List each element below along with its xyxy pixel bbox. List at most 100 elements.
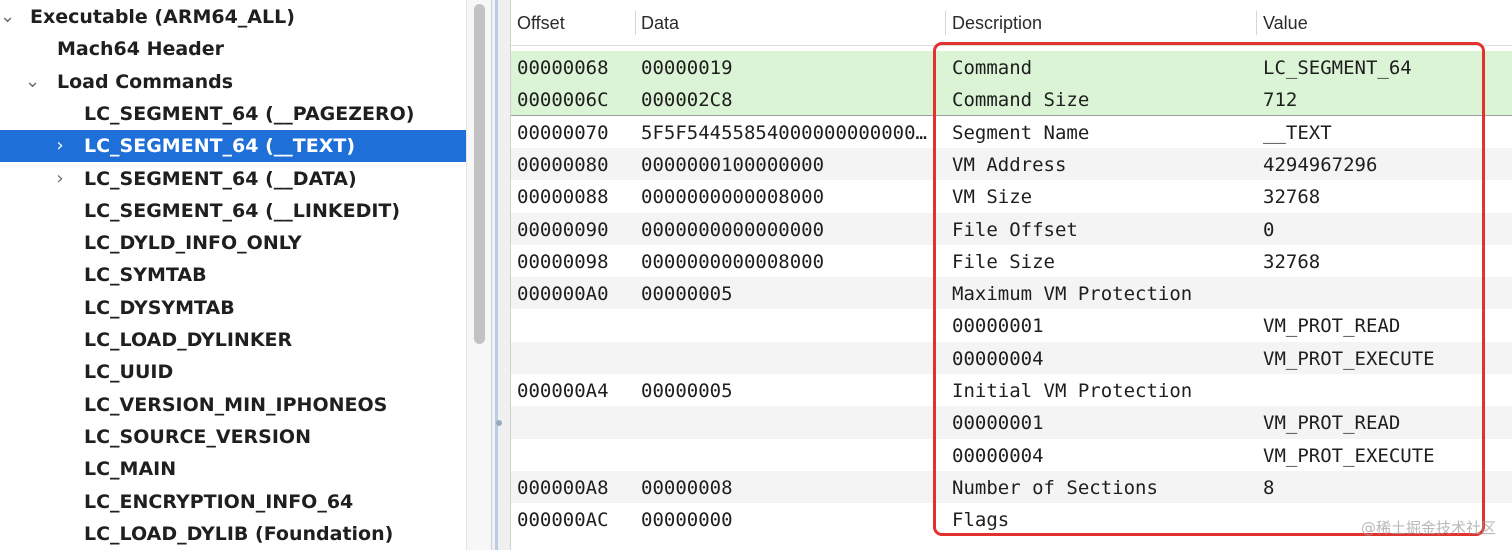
table-row[interactable]: 000000A4 00000005 Initial VM Protection [511,374,1512,406]
tree-item-label: LC_SEGMENT_64 (__LINKEDIT) [84,199,401,222]
tree-item[interactable]: LC_ENCRYPTION_INFO_64 [0,486,466,518]
watermark: @稀土掘金技术社区 [1360,519,1496,537]
column-header-offset[interactable]: Offset [517,0,565,46]
cell-data: 0000000000008000 [641,186,825,209]
table-row[interactable]: 00000088 0000000000008000 VM Size 32768 [511,180,1512,212]
splitter-grip-icon[interactable] [496,420,502,426]
tree-item[interactable]: LC_UUID [0,356,466,388]
cell-offset: 000000A0 [517,283,609,306]
tree-scrollbar-thumb[interactable] [474,4,485,344]
table-row[interactable]: 00000004 VM_PROT_EXECUTE [511,439,1512,471]
tree-item-label: LC_SOURCE_VERSION [84,425,311,448]
table-header: Offset Data Description Value [511,0,1512,46]
table-row[interactable]: 0000006C 000002C8 Command Size 712 [511,83,1512,116]
cell-offset: 00000088 [517,186,609,209]
tree-item[interactable]: LC_DYLD_INFO_ONLY [0,227,466,259]
cell-description: Flags [952,509,1010,532]
tree-item-label: LC_VERSION_MIN_IPHONEOS [84,393,388,416]
cell-value: VM_PROT_EXECUTE [1263,444,1435,467]
cell-data: 00000008 [641,476,733,499]
cell-data [641,342,935,374]
tree-item[interactable]: LC_MAIN [0,453,466,485]
cell-description: Command [952,57,1033,79]
cell-value: VM_PROT_READ [1263,315,1401,338]
tree-item-label: LC_DYLD_INFO_ONLY [84,232,302,255]
cell-offset: 00000068 [517,57,609,79]
tree-item[interactable]: Mach64 Header [0,33,466,65]
load-commands-tree[interactable]: ⌄ Executable (ARM64_ALL) Mach64 Header ⌄ Loa… [0,0,466,550]
tree-item-label: LC_SYMTAB [84,264,207,287]
tree-item[interactable]: LC_VERSION_MIN_IPHONEOS [0,389,466,421]
tree-item-label: LC_ENCRYPTION_INFO_64 [84,490,354,513]
cell-description: VM Size [952,186,1033,209]
tree-item[interactable]: › LC_SEGMENT_64 (__DATA) [0,163,466,195]
tree-item-label: LC_MAIN [84,458,177,481]
table-row[interactable]: 000000A8 00000008 Number of Sections 8 [511,470,1512,504]
tree-item[interactable]: ⌄ Executable (ARM64_ALL) [0,1,466,33]
cell-value: VM_PROT_EXECUTE [1263,347,1435,370]
table-row[interactable]: 00000068 00000019 Command LC_SEGMENT_64 [511,51,1512,84]
tree-item[interactable]: LC_SOURCE_VERSION [0,421,466,453]
cell-description: 00000004 [952,444,1044,467]
chevron-down-icon[interactable]: ⌄ [25,66,40,98]
cell-data: 5F5F544558540000000000000000 [641,121,935,144]
tree-scrollbar[interactable] [466,0,491,550]
tree-item-label: Load Commands [57,70,234,93]
cell-data [641,406,935,438]
cell-description: Maximum VM Protection [952,283,1193,306]
cell-description: Number of Sections [952,476,1158,499]
cell-data [641,439,935,471]
table-row[interactable]: 00000098 0000000000008000 File Size 32768 [511,245,1512,277]
cell-offset [517,439,635,471]
cell-offset: 00000090 [517,218,609,241]
table-row[interactable]: 00000001 VM_PROT_READ [511,406,1512,439]
cell-offset [517,342,635,374]
tree-item[interactable]: LC_LOAD_DYLIB (Foundation) [0,518,466,550]
table-row[interactable]: 000000A0 00000005 Maximum VM Protection [511,277,1512,310]
cell-data: 0000000000008000 [641,250,825,273]
column-divider [1256,11,1257,35]
cell-data: 00000005 [641,380,733,402]
cell-description: 00000001 [952,412,1044,435]
tree-item[interactable]: LC_DYSYMTAB [0,292,466,324]
table-row[interactable]: 00000080 0000000100000000 VM Address 429496… [511,147,1512,181]
tree-item-label: Executable (ARM64_ALL) [30,6,295,28]
chevron-down-icon[interactable]: ⌄ [0,1,15,33]
tree-item[interactable]: LC_SEGMENT_64 (__LINKEDIT) [0,195,466,227]
cell-offset: 000000A8 [517,476,609,499]
table-row[interactable]: 00000001 VM_PROT_READ [511,309,1512,341]
tree-item-label: LC_LOAD_DYLINKER [84,329,293,351]
table-row[interactable]: 00000070 5F5F544558540000000000000000 Segm… [511,116,1512,148]
cell-value: 712 [1263,89,1298,112]
column-header-data[interactable]: Data [641,0,679,46]
table-row[interactable]: 00000090 0000000000000000 File Offset 0 [511,212,1512,245]
cell-data: 00000005 [641,283,733,306]
column-divider [945,11,946,35]
cell-description: VM Address [952,153,1067,176]
cell-value: 0 [1263,218,1275,241]
cell-offset: 000000A4 [517,380,609,402]
tree-item[interactable]: ⌄ Load Commands [0,66,466,98]
chevron-right-icon[interactable]: › [53,163,67,195]
tree-item[interactable]: LC_SEGMENT_64 (__PAGEZERO) [0,98,466,130]
cell-value [1263,374,1503,406]
cell-offset: 00000080 [517,153,609,176]
column-header-description[interactable]: Description [952,0,1042,46]
pane-splitter[interactable] [491,0,511,550]
chevron-right-icon[interactable]: › [53,130,67,162]
cell-value: LC_SEGMENT_64 [1263,57,1412,79]
cell-description: File Size [952,250,1055,273]
cell-data: 000002C8 [641,89,733,112]
column-header-value[interactable]: Value [1263,0,1308,46]
tree-item-label: LC_DYSYMTAB [84,296,235,319]
tree-item[interactable]: LC_SYMTAB [0,259,466,291]
cell-data: 0000000100000000 [641,153,825,176]
tree-item[interactable]: › LC_SEGMENT_64 (__TEXT) [0,130,466,163]
tree-item[interactable]: LC_LOAD_DYLINKER [0,324,466,356]
table-row[interactable]: 00000004 VM_PROT_EXECUTE [511,341,1512,374]
cell-offset [517,406,635,438]
cell-offset: 00000070 [517,121,609,144]
cell-data: 00000019 [641,57,733,79]
cell-offset: 00000098 [517,250,609,273]
tree-item-label: LC_SEGMENT_64 (__PAGEZERO) [84,102,415,125]
